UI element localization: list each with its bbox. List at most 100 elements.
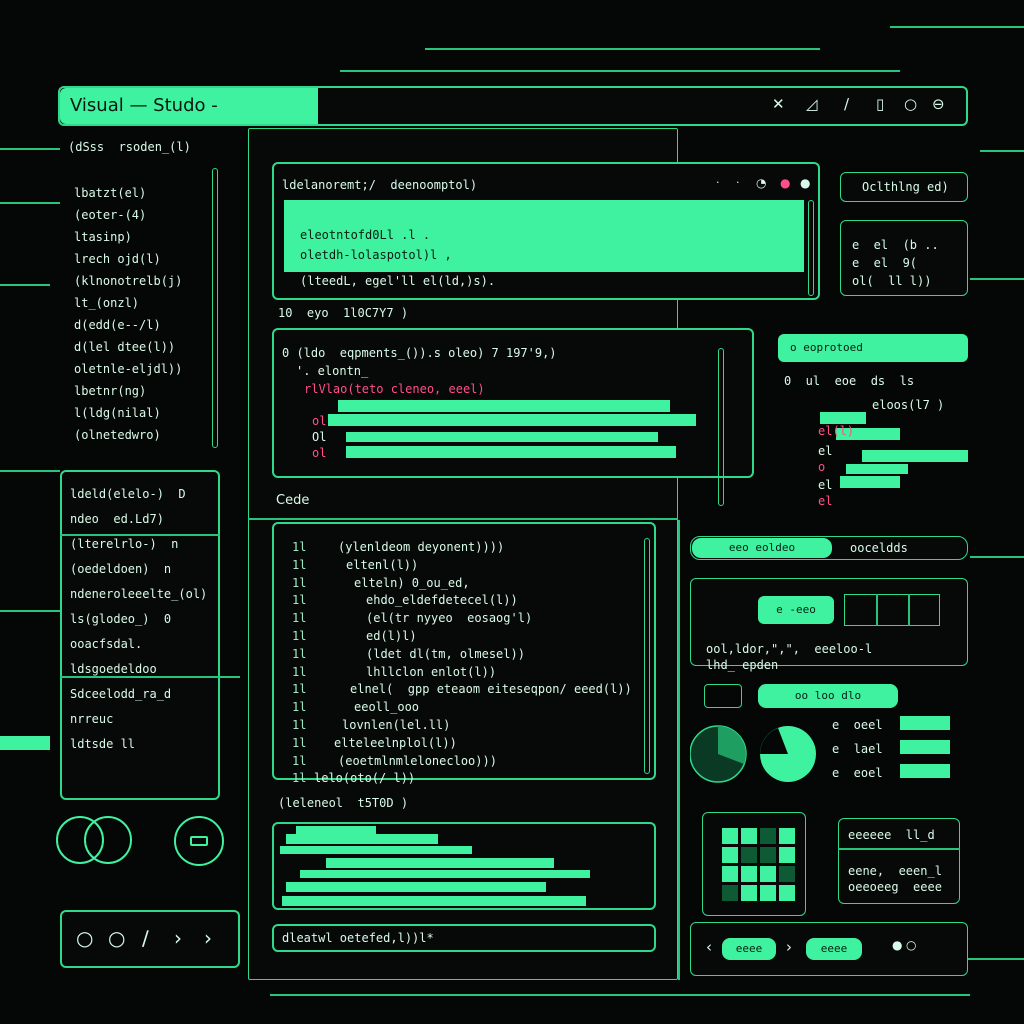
code-text: elteln) 0_ou_ed,	[354, 575, 470, 590]
explorer-header: (dSss rsoden_(l)	[68, 140, 191, 154]
code-text: lovnlen(lel.ll)	[342, 718, 451, 732]
code-panel-divider	[248, 518, 678, 520]
explorer-item[interactable]: lrech ojd(l)	[74, 248, 182, 270]
chevron-right-icon[interactable]: ›	[174, 926, 182, 950]
segmented-control[interactable]	[844, 594, 940, 626]
output-bar	[326, 858, 554, 868]
stop-button[interactable]	[174, 816, 224, 866]
outline-item[interactable]: ndeo ed.Ld7)	[70, 507, 207, 532]
right-tab-1[interactable]: eeo eoldeo	[692, 538, 832, 558]
pill-button[interactable]: eeee	[722, 938, 776, 960]
radio-icon[interactable]: ◔	[756, 176, 766, 190]
legend-bar	[900, 764, 950, 778]
outline-item[interactable]: (lterelrlo-) n	[70, 532, 207, 557]
legend-item: e eoel	[832, 766, 883, 780]
line-number: ol	[312, 414, 327, 428]
outline-item[interactable]: Sdceelodd_ra_d	[70, 682, 207, 707]
dot-icon[interactable]: ●	[892, 938, 902, 952]
list-item: el(l)	[818, 424, 855, 438]
circle-icon[interactable]: ○	[108, 926, 125, 950]
pill-button[interactable]: eeee	[806, 938, 862, 960]
right-tab-2[interactable]: ooceldds	[850, 541, 908, 555]
code-row: 1l ed(l)l)	[292, 629, 417, 643]
signal-icon[interactable]: ◿	[806, 95, 818, 113]
radio-icon[interactable]: ●	[780, 176, 790, 190]
explorer-item[interactable]: (olnetedwro)	[74, 424, 182, 446]
explorer-item[interactable]: lbatzt(el)	[74, 182, 182, 204]
explorer-item[interactable]: lbetnr(ng)	[74, 380, 182, 402]
explorer-scrollbar[interactable]	[212, 168, 218, 448]
code-text: elnel( gpp eteaom eiteseqpon/ eeed(l))	[350, 682, 632, 697]
grid-cell	[722, 828, 738, 844]
code-line: (lteedL, egel'll el(ld,)s).	[300, 274, 496, 288]
scanline	[425, 48, 820, 50]
code-panel-label: Cede	[276, 493, 310, 508]
action-button[interactable]: e -eeo	[758, 596, 834, 624]
explorer-item[interactable]: l(ldg(nilal)	[74, 402, 182, 424]
dot-icon[interactable]: ·	[736, 176, 740, 189]
code-row: 1l (ldet dl(tm, olmesel))	[292, 647, 525, 661]
scanline	[0, 202, 60, 204]
selection-highlight	[284, 200, 804, 212]
editor-top-tab[interactable]: ldelanoremt;/ deenoomptol)	[282, 178, 477, 192]
grid-cell	[779, 847, 795, 863]
circle-icon[interactable]: ○	[904, 95, 917, 113]
chevron-right-icon[interactable]: ›	[204, 926, 212, 950]
outline-list: ldeld(elelo-) Dndeo ed.Ld7) (lterelrlo-) …	[70, 482, 207, 757]
code-text: eltenl(l))	[346, 557, 419, 572]
grid-cell	[779, 885, 795, 901]
code-row: 1l elnel( gpp eteaom eiteseqpon/ eeed(l))	[292, 682, 632, 696]
outline-item[interactable]: ls(glodeo_) 0	[70, 607, 207, 632]
explorer-item[interactable]: d(edd(e--/l)	[74, 314, 182, 336]
slash-icon[interactable]: ∕	[142, 926, 149, 950]
explorer-item[interactable]: oletnle-eljdl))	[74, 358, 182, 380]
output-bar	[280, 846, 472, 854]
minimize-icon[interactable]: ⊖	[932, 95, 945, 113]
outline-item[interactable]: ldsgoedeldoo	[70, 657, 207, 682]
radio-icon[interactable]: ●	[800, 176, 810, 190]
widget-text: ool,ldor,",", eeeloo-l	[706, 642, 873, 656]
chevron-right-icon[interactable]: ›	[786, 938, 792, 956]
code-row: 1l elteleelnplol(l))	[292, 736, 457, 750]
circle-icon[interactable]: ○	[76, 926, 93, 950]
editor-mid-scrollbar[interactable]	[718, 348, 724, 506]
output-bar	[286, 882, 546, 892]
pause-icon[interactable]: ▯	[876, 95, 884, 113]
segment-divider	[908, 594, 910, 626]
line-number: 1l	[292, 557, 307, 572]
code-row: 1l ehdo_eldefdetecel(l))	[292, 593, 518, 607]
explorer-item[interactable]: (klnonotrelb(j)	[74, 270, 182, 292]
scanline	[340, 70, 900, 72]
box-line: oeeoeeg eeee	[848, 880, 942, 894]
chevron-left-icon[interactable]: ‹	[706, 938, 712, 956]
line-number: 1l	[292, 629, 307, 643]
outline-item[interactable]: ldeld(elelo-) D	[70, 482, 207, 507]
explorer-item[interactable]: lt_(onzl)	[74, 292, 182, 314]
outline-item[interactable]: (oedeldoen) n	[70, 557, 207, 582]
dot-icon[interactable]: ·	[716, 176, 720, 189]
explorer-item[interactable]: d(lel dtee(l))	[74, 336, 182, 358]
radio-icon[interactable]: ○	[906, 938, 916, 952]
explorer-item[interactable]: ltasinp)	[74, 226, 182, 248]
right-toolbar-1[interactable]: o eoprotoed	[778, 334, 968, 362]
code-bar	[346, 432, 658, 442]
explorer-item[interactable]: (eoter-(4)	[74, 204, 182, 226]
pill-button[interactable]: oo loo dlo	[758, 684, 898, 708]
output-bar	[300, 870, 590, 878]
color-swatch[interactable]	[704, 684, 742, 708]
outline-item[interactable]: ooacfsdal.	[70, 632, 207, 657]
scanline	[980, 150, 1024, 152]
outline-item[interactable]: ndeneroleeelte_(ol)	[70, 582, 207, 607]
line-number: 1l	[292, 575, 307, 590]
code-row: 1l lhllclon enlot(l))	[292, 665, 496, 679]
close-icon[interactable]: ✕	[772, 95, 785, 113]
editor-top-scrollbar[interactable]	[808, 200, 814, 296]
legend-bar	[900, 740, 950, 754]
code-panel-footer: (leleneol t5T0D )	[278, 796, 409, 810]
slash-icon[interactable]: ∕	[844, 95, 849, 113]
code-panel-scrollbar[interactable]	[644, 538, 650, 774]
outline-item[interactable]: nrreuc	[70, 707, 207, 732]
outline-item[interactable]: ldtsde ll	[70, 732, 207, 757]
scanline	[970, 556, 1024, 558]
legend-item: e oeel	[832, 718, 883, 732]
